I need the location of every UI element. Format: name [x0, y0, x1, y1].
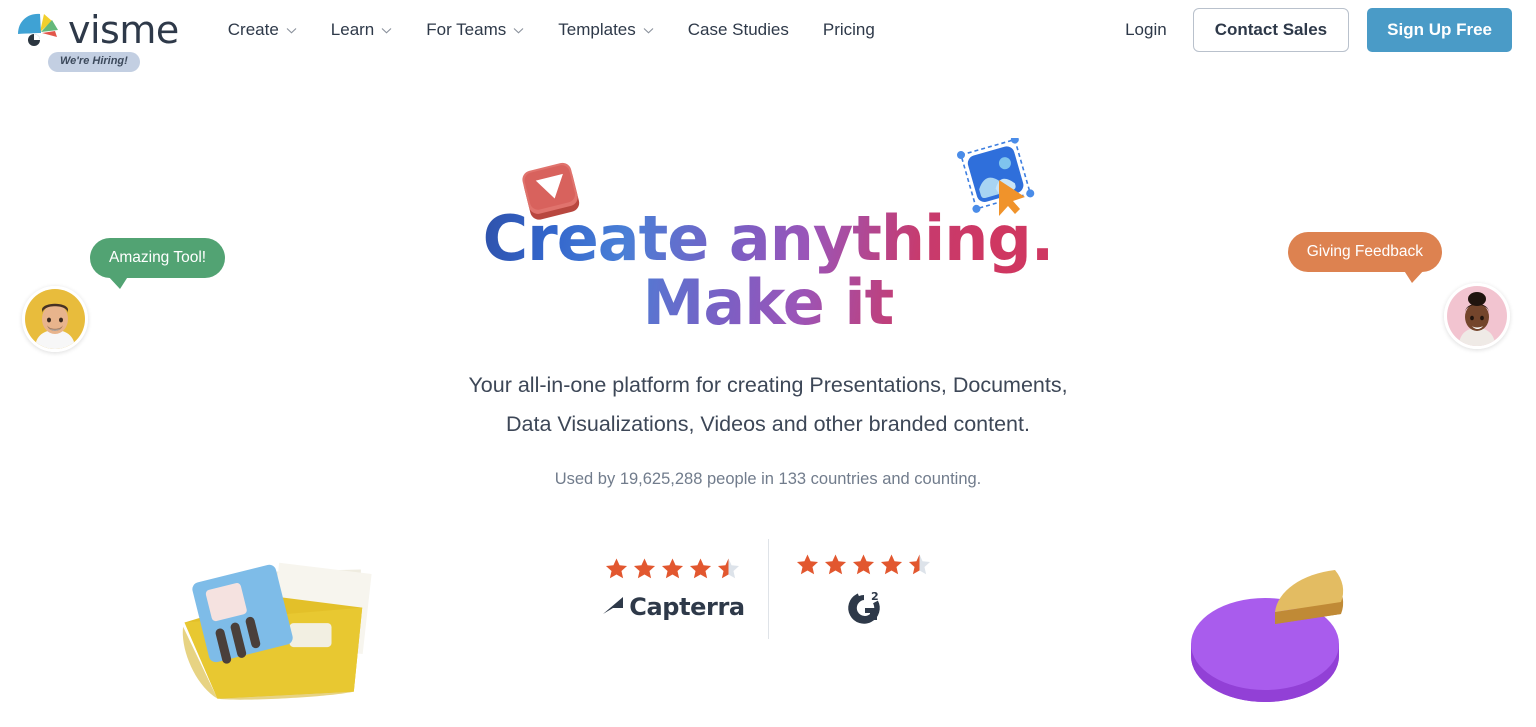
image-select-3d-icon — [955, 138, 1039, 220]
nav-label: For Teams — [426, 20, 507, 39]
g2-logo-icon: 2 — [844, 589, 884, 625]
nav-item-templates[interactable]: Templates — [541, 12, 670, 48]
star-half-icon — [717, 558, 740, 579]
brand-name: visme — [68, 8, 179, 52]
subhead-line-1: Your all-in-one platform for creating Pr… — [468, 372, 1068, 397]
nav-label: Case Studies — [687, 20, 789, 39]
star-rating-g2 — [796, 553, 931, 576]
site-header: visme We're Hiring! Create Learn For Tea… — [0, 0, 1536, 72]
main-navigation: Create Learn For Teams Templates Case St — [211, 12, 892, 48]
star-filled-icon — [633, 558, 656, 579]
avatar-man-photo-icon — [22, 286, 88, 352]
star-filled-icon — [689, 558, 712, 579]
testimonial-right: Giving Feedback — [1287, 232, 1510, 349]
star-filled-icon — [824, 554, 847, 575]
headline-line-2: Make it — [642, 266, 894, 340]
chevron-down-icon — [513, 27, 524, 34]
testimonial-bubble-left: Amazing Tool! — [90, 238, 226, 290]
star-filled-icon — [661, 558, 684, 579]
hero-section: Amazing Tool! Giving Feedback Create any… — [0, 60, 1536, 702]
login-link[interactable]: Login — [1117, 14, 1175, 46]
star-filled-icon — [880, 554, 903, 575]
nav-label: Create — [227, 20, 279, 39]
bubble-tail-icon — [107, 275, 129, 290]
subhead-line-2: Data Visualizations, Videos and other br… — [506, 412, 1030, 437]
star-half-icon — [908, 554, 931, 575]
capterra-label: Capterra — [629, 593, 745, 622]
testimonial-bubble-right: Giving Feedback — [1287, 232, 1442, 284]
pie-chart-3d-icon — [1185, 548, 1365, 703]
nav-label: Learn — [330, 20, 375, 39]
brand-logo-link[interactable]: visme We're Hiring! — [14, 8, 179, 72]
nav-item-for-teams[interactable]: For Teams — [409, 12, 541, 48]
contact-sales-button[interactable]: Contact Sales — [1192, 8, 1350, 52]
svg-text:2: 2 — [871, 590, 879, 603]
star-rating-capterra — [605, 557, 740, 580]
testimonial-bubble-wrap: Amazing Tool! — [90, 238, 226, 290]
nav-item-create[interactable]: Create — [211, 12, 314, 48]
rating-card-capterra[interactable]: Capterra — [578, 557, 768, 621]
nav-label: Templates — [558, 20, 636, 39]
used-by-text: Used by 19,625,288 people in 133 countri… — [554, 470, 982, 489]
nav-item-learn[interactable]: Learn — [314, 12, 409, 48]
chevron-down-icon — [381, 27, 392, 34]
nav-item-pricing[interactable]: Pricing — [806, 12, 892, 48]
hero-subheadline: Your all-in-one platform for creating Pr… — [0, 366, 1536, 444]
sign-up-free-button[interactable]: Sign Up Free — [1367, 8, 1512, 52]
visme-fan-logo-icon — [14, 10, 66, 50]
nav-label: Pricing — [822, 20, 875, 39]
testimonial-text: Giving Feedback — [1306, 243, 1423, 260]
bubble-tail-icon — [1403, 269, 1425, 284]
testimonial-text: Amazing Tool! — [109, 249, 207, 266]
folder-files-3d-icon — [170, 552, 410, 727]
play-button-3d-icon — [516, 156, 588, 228]
chevron-down-icon — [643, 27, 654, 34]
header-actions: Login Contact Sales Sign Up Free — [1117, 8, 1512, 52]
testimonial-left: Amazing Tool! — [22, 238, 226, 352]
hiring-badge[interactable]: We're Hiring! — [48, 52, 140, 72]
rating-card-g2[interactable]: 2 — [769, 553, 959, 625]
avatar-woman-photo-icon — [1444, 283, 1510, 349]
chevron-down-icon — [286, 27, 297, 34]
testimonial-bubble-wrap: Giving Feedback — [1287, 232, 1442, 284]
nav-item-case-studies[interactable]: Case Studies — [671, 12, 806, 48]
star-filled-icon — [796, 554, 819, 575]
star-filled-icon — [605, 558, 628, 579]
capterra-logo-icon: Capterra — [600, 593, 745, 622]
star-filled-icon — [852, 554, 875, 575]
